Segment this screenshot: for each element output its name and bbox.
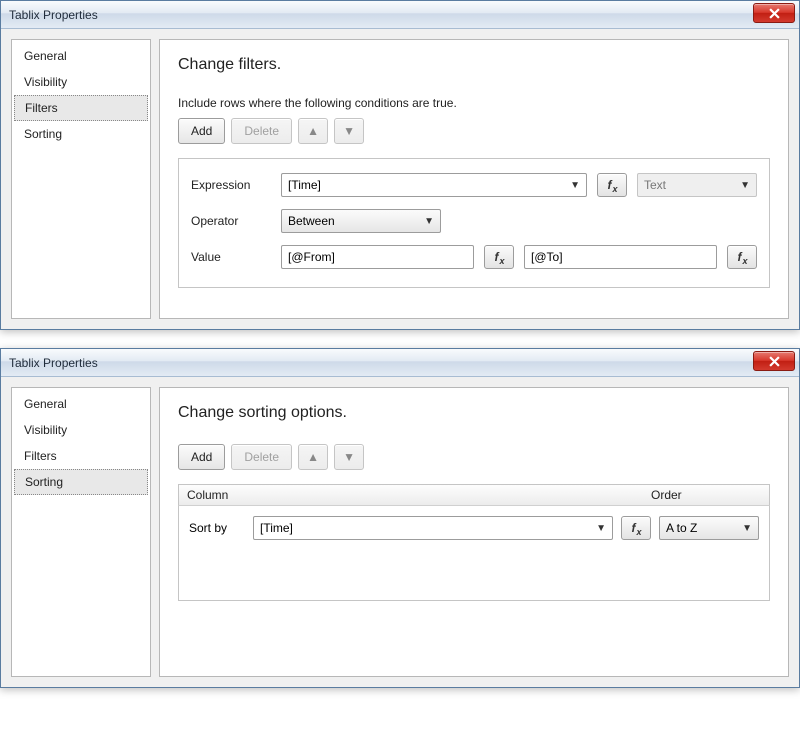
expression-combo[interactable]: [Time] ▼ xyxy=(281,173,587,197)
value-label: Value xyxy=(191,250,271,264)
sidebar-item-general[interactable]: General xyxy=(12,43,150,69)
operator-combo[interactable]: Between ▼ xyxy=(281,209,441,233)
value-to-text: [@To] xyxy=(531,250,563,264)
chevron-down-icon: ▼ xyxy=(424,216,434,227)
sidebar: General Visibility Filters Sorting xyxy=(11,387,151,677)
window-title: Tablix Properties xyxy=(9,8,98,22)
dialog-body: General Visibility Filters Sorting Chang… xyxy=(1,377,799,687)
sort-editor: Sort by [Time] ▼ fx A to Z ▼ xyxy=(178,506,770,601)
toolbar: Add Delete ▲ ▼ xyxy=(178,444,770,470)
sidebar: General Visibility Filters Sorting xyxy=(11,39,151,319)
operator-label: Operator xyxy=(191,214,271,228)
expression-fx-button[interactable]: fx xyxy=(597,173,627,197)
sort-order-combo[interactable]: A to Z ▼ xyxy=(659,516,759,540)
value-to-fx-button[interactable]: fx xyxy=(727,245,757,269)
operator-row: Operator Between ▼ xyxy=(191,209,757,233)
page-heading: Change sorting options. xyxy=(178,404,770,422)
value-from-text: [@From] xyxy=(288,250,335,264)
move-up-button[interactable]: ▲ xyxy=(298,444,328,470)
expression-row: Expression [Time] ▼ fx Text ▼ xyxy=(191,173,757,197)
type-value: Text xyxy=(644,178,666,192)
sort-by-label: Sort by xyxy=(189,521,245,535)
chevron-down-icon: ▼ xyxy=(740,180,750,191)
fx-icon: fx xyxy=(494,250,503,264)
arrow-down-icon: ▼ xyxy=(343,450,355,464)
chevron-down-icon: ▼ xyxy=(570,180,580,191)
expression-label: Expression xyxy=(191,178,271,192)
value-from-input[interactable]: [@From] xyxy=(281,245,474,269)
expression-value: [Time] xyxy=(288,178,321,192)
page-heading: Change filters. xyxy=(178,56,770,74)
tablix-properties-dialog-filters: Tablix Properties General Visibility Fil… xyxy=(0,0,800,330)
dialog-body: General Visibility Filters Sorting Chang… xyxy=(1,29,799,329)
move-down-button[interactable]: ▼ xyxy=(334,118,364,144)
fx-icon: fx xyxy=(631,521,640,535)
operator-value: Between xyxy=(288,214,335,228)
add-button[interactable]: Add xyxy=(178,118,225,144)
column-header-column: Column xyxy=(187,488,651,502)
titlebar[interactable]: Tablix Properties xyxy=(1,1,799,29)
sort-column-combo[interactable]: [Time] ▼ xyxy=(253,516,613,540)
instruction-text: Include rows where the following conditi… xyxy=(178,96,770,110)
sort-row: Sort by [Time] ▼ fx A to Z ▼ xyxy=(189,516,759,540)
sidebar-item-sorting[interactable]: Sorting xyxy=(14,469,148,495)
sort-fx-button[interactable]: fx xyxy=(621,516,651,540)
chevron-down-icon: ▼ xyxy=(742,523,752,534)
move-up-button[interactable]: ▲ xyxy=(298,118,328,144)
sort-column-value: [Time] xyxy=(260,521,293,535)
column-header-order: Order xyxy=(651,488,761,502)
fx-icon: fx xyxy=(737,250,746,264)
filter-editor: Expression [Time] ▼ fx Text ▼ Operator B… xyxy=(178,158,770,288)
arrow-up-icon: ▲ xyxy=(307,124,319,138)
sort-grid-header: Column Order xyxy=(178,484,770,506)
close-button[interactable] xyxy=(753,351,795,371)
close-icon xyxy=(769,8,780,19)
value-from-fx-button[interactable]: fx xyxy=(484,245,514,269)
toolbar: Add Delete ▲ ▼ xyxy=(178,118,770,144)
arrow-down-icon: ▼ xyxy=(343,124,355,138)
add-button[interactable]: Add xyxy=(178,444,225,470)
fx-icon: fx xyxy=(607,178,616,192)
value-to-input[interactable]: [@To] xyxy=(524,245,717,269)
sidebar-item-sorting[interactable]: Sorting xyxy=(12,121,150,147)
sidebar-item-visibility[interactable]: Visibility xyxy=(12,417,150,443)
arrow-up-icon: ▲ xyxy=(307,450,319,464)
type-combo[interactable]: Text ▼ xyxy=(637,173,757,197)
sidebar-item-visibility[interactable]: Visibility xyxy=(12,69,150,95)
tablix-properties-dialog-sorting: Tablix Properties General Visibility Fil… xyxy=(0,348,800,688)
main-panel: Change sorting options. Add Delete ▲ ▼ C… xyxy=(159,387,789,677)
delete-button[interactable]: Delete xyxy=(231,444,292,470)
move-down-button[interactable]: ▼ xyxy=(334,444,364,470)
delete-button[interactable]: Delete xyxy=(231,118,292,144)
sidebar-item-general[interactable]: General xyxy=(12,391,150,417)
close-icon xyxy=(769,356,780,367)
chevron-down-icon: ▼ xyxy=(596,523,606,534)
sidebar-item-filters[interactable]: Filters xyxy=(12,443,150,469)
value-row: Value [@From] fx [@To] fx xyxy=(191,245,757,269)
window-title: Tablix Properties xyxy=(9,356,98,370)
titlebar[interactable]: Tablix Properties xyxy=(1,349,799,377)
sort-order-value: A to Z xyxy=(666,521,697,535)
sidebar-item-filters[interactable]: Filters xyxy=(14,95,148,121)
main-panel: Change filters. Include rows where the f… xyxy=(159,39,789,319)
close-button[interactable] xyxy=(753,3,795,23)
